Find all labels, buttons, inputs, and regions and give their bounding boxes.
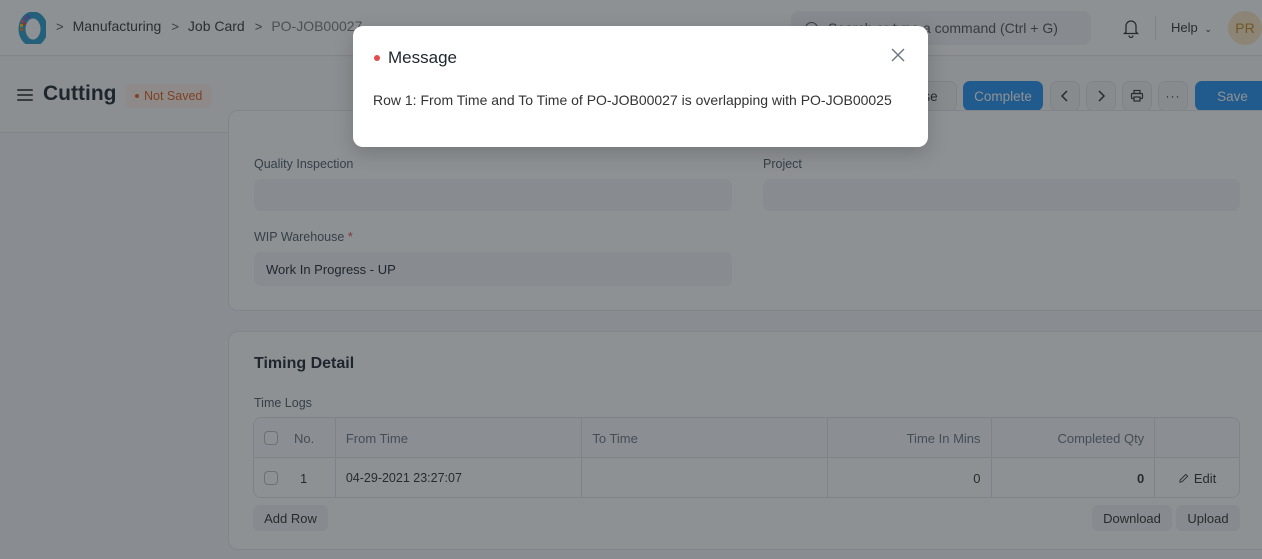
dialog-message: Row 1: From Time and To Time of PO-JOB00… — [373, 92, 892, 108]
close-icon[interactable] — [890, 47, 906, 63]
indicator-dot — [374, 55, 380, 61]
message-dialog: Message Row 1: From Time and To Time of … — [353, 26, 928, 147]
dialog-title: Message — [388, 48, 457, 67]
